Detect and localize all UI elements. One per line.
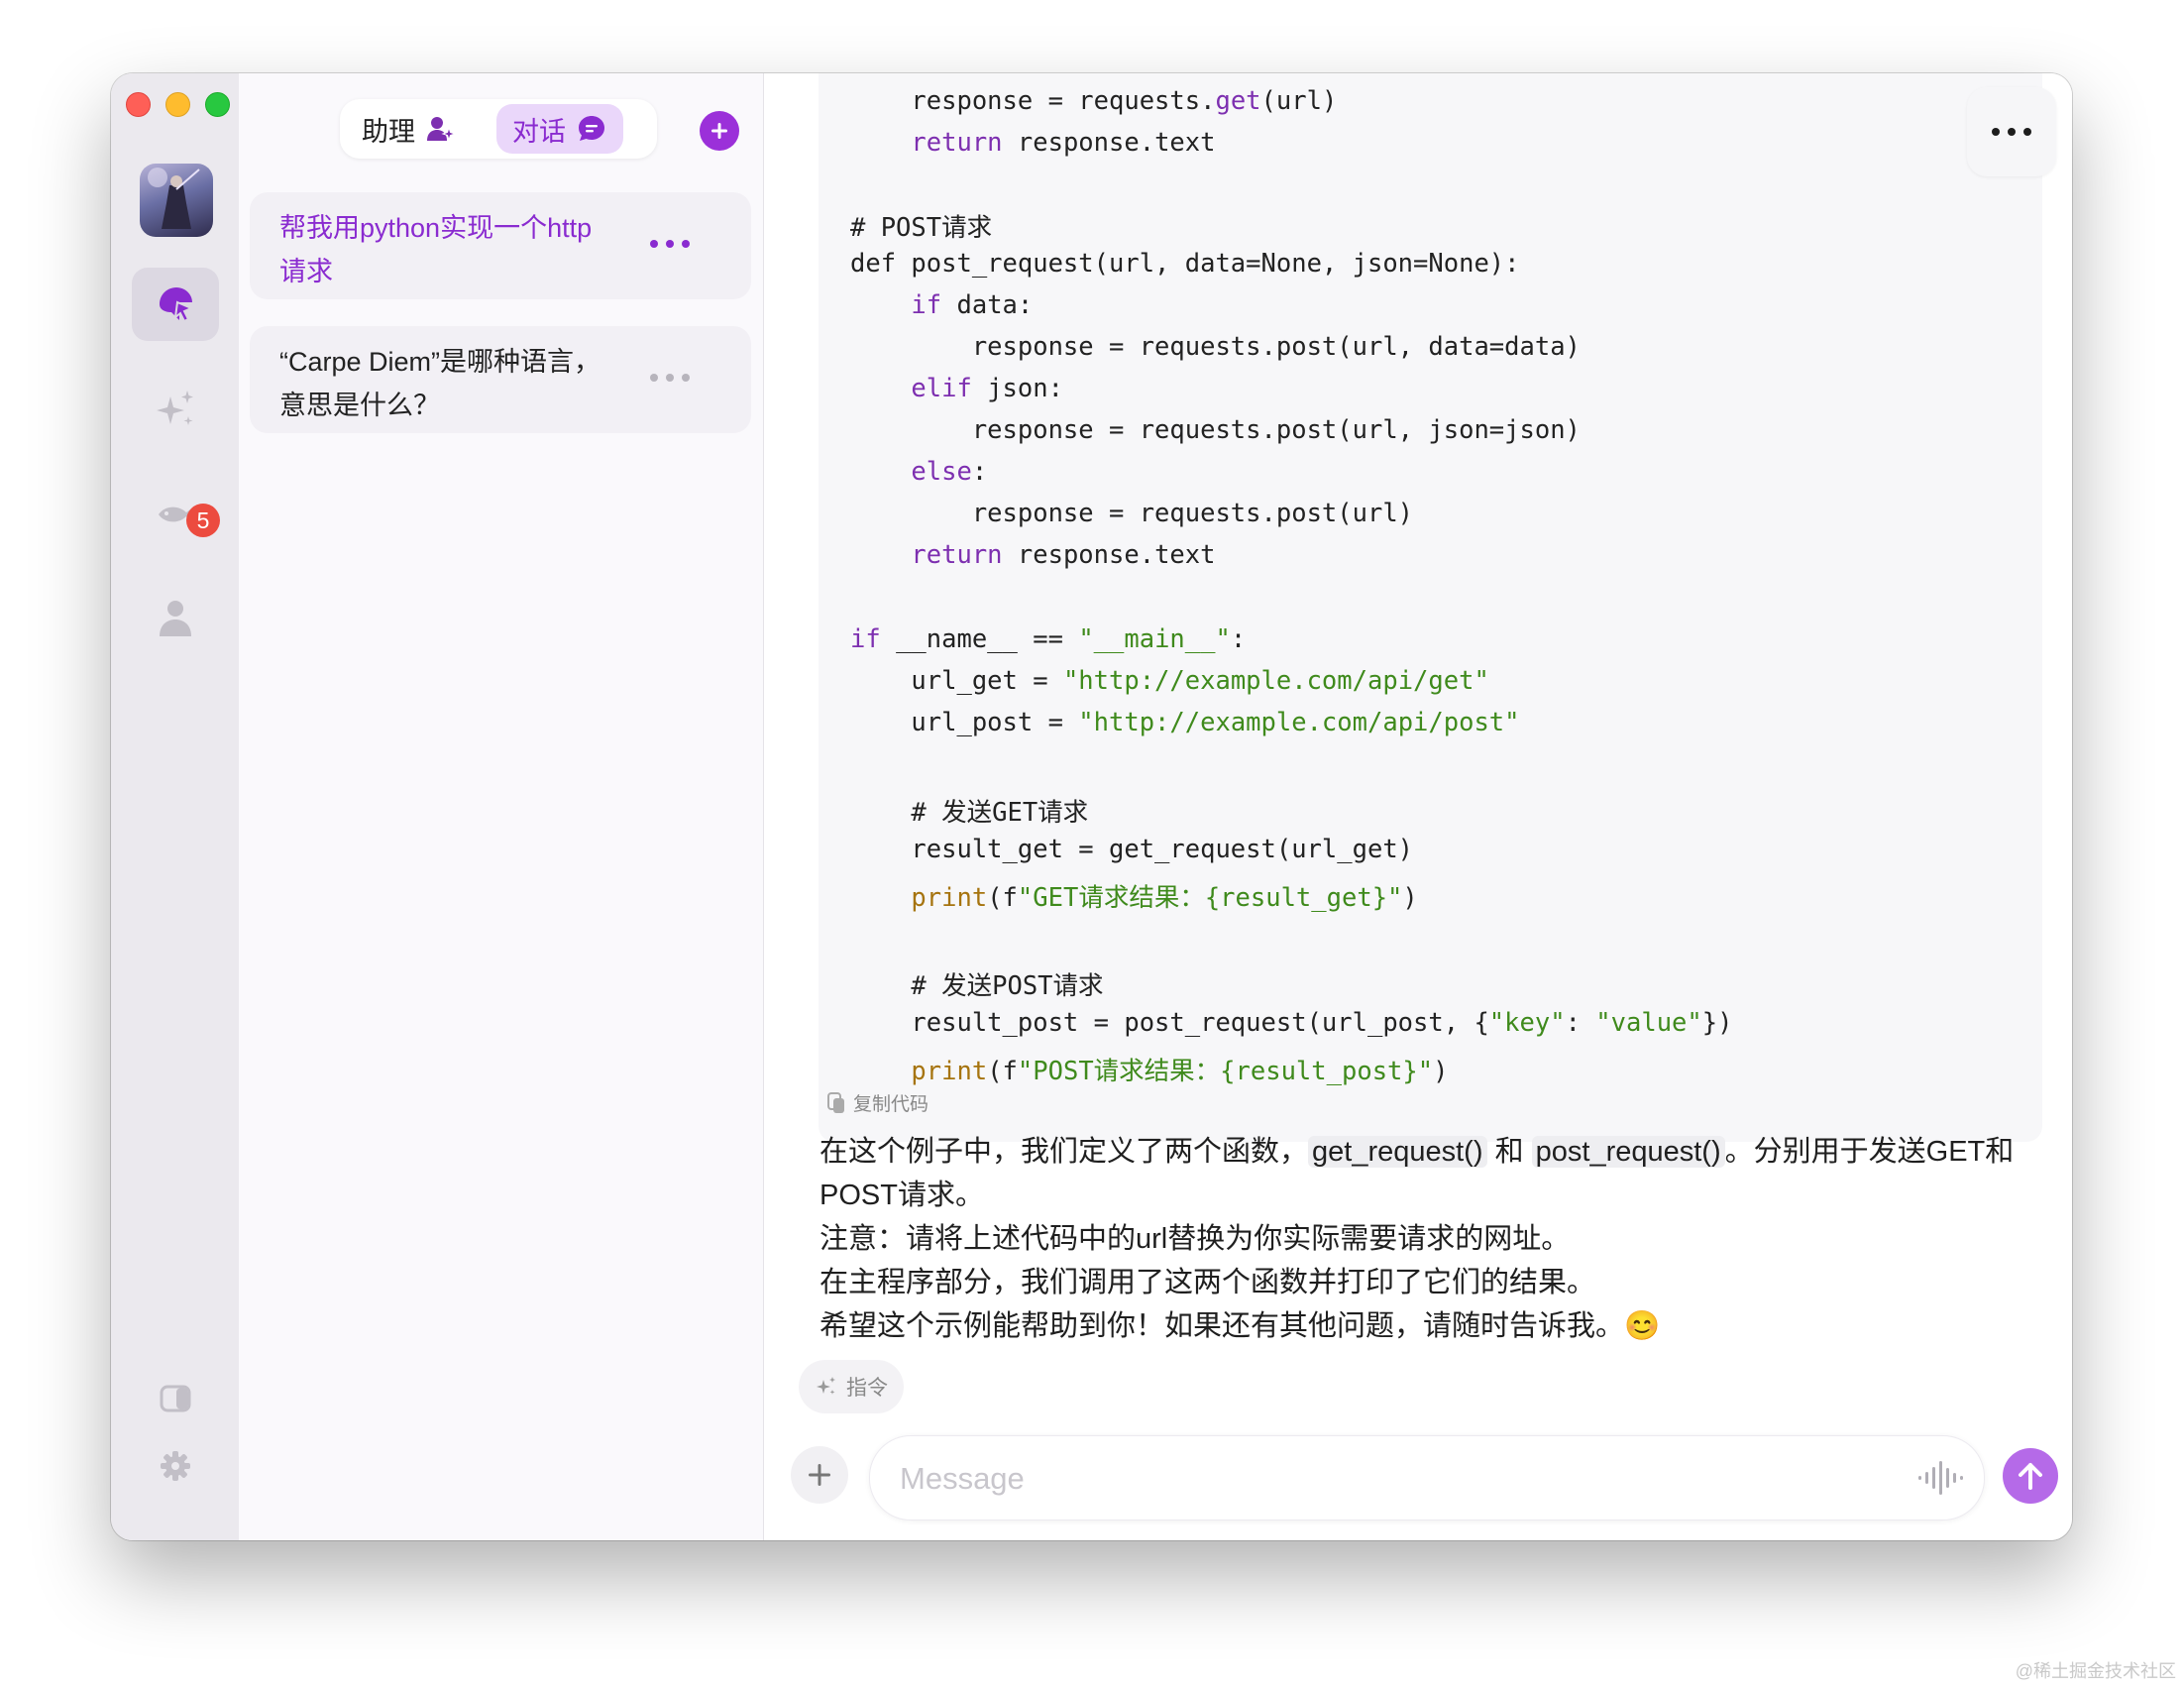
code-line: response = requests.post(url) (850, 499, 1414, 528)
discover-nav-button[interactable] (132, 373, 219, 446)
more-dot (1992, 128, 2000, 136)
code-line: elif json: (911, 374, 1063, 403)
instruction-button[interactable]: 指令 (799, 1360, 904, 1413)
code-line: response = requests.get(url) (850, 86, 1338, 116)
chat-more-button[interactable] (1967, 87, 2056, 176)
code-line: # POST请求 (850, 213, 993, 243)
tab-assistant-label: 助理 (362, 116, 415, 148)
code-line: url_get = "http://example.com/api/get" (850, 666, 1489, 696)
conversation-item[interactable]: “Carpe Diem”是哪种语言，意思是什么？ (250, 326, 751, 433)
profile-nav-button[interactable] (132, 583, 219, 656)
close-window-button[interactable] (126, 92, 151, 117)
copy-icon (827, 1091, 844, 1113)
inline-code: get_request() (1308, 1136, 1487, 1168)
user-avatar[interactable] (140, 164, 213, 237)
code-line: response = requests.post(url, data=data) (850, 332, 1581, 362)
person-icon (160, 601, 191, 636)
more-dot (2023, 128, 2031, 136)
chat-icon (579, 116, 604, 141)
arrow-up-icon (2019, 1463, 2042, 1490)
tab-chat-label: 对话 (512, 116, 566, 148)
code-line: print(f"POST请求结果：{result_post}") (911, 1057, 1449, 1086)
watermark-text: @稀土掘金技术社区 (2015, 1661, 2176, 1681)
conversation-title: “Carpe Diem”是哪种语言，意思是什么？ (279, 347, 601, 420)
code-line: # 发送GET请求 (850, 798, 1089, 828)
code-line: # 发送POST请求 (850, 971, 1104, 1001)
answer-text: 和 (1486, 1136, 1532, 1168)
chat-pane: response = requests.get(url) return resp… (764, 73, 2072, 1540)
sidebar-toggle-icon (160, 1385, 191, 1412)
answer-paragraph: 在主程序部分，我们调用了这两个函数并打印了它们的结果。 (819, 1267, 1596, 1298)
zoom-window-button[interactable] (205, 92, 230, 117)
minimize-window-button[interactable] (165, 92, 190, 117)
instruction-label: 指令 (846, 1376, 888, 1400)
more-dot (666, 240, 674, 248)
code-line: print(f"GET请求结果：{result_get}") (911, 883, 1418, 913)
code-line: if __name__ == "__main__": (850, 624, 1247, 654)
conversation-more-button[interactable] (650, 232, 690, 256)
code-line: return response.text (911, 128, 1216, 158)
code-block: response = requests.get(url) return resp… (819, 73, 2042, 1142)
sparkles-icon (157, 391, 193, 425)
code-line: if data: (911, 290, 1034, 320)
left-rail: 5 (111, 73, 240, 1540)
message-input[interactable] (898, 1452, 1873, 1506)
attach-button[interactable] (791, 1446, 848, 1504)
code-line: url_post = "http://example.com/api/post" (850, 708, 1520, 737)
copy-code-label: 复制代码 (853, 1093, 929, 1115)
plus-icon (711, 123, 727, 139)
gear-icon (161, 1451, 190, 1481)
code-line: result_post = post_request(url_post, {"k… (850, 1008, 1733, 1038)
notification-badge: 5 (186, 504, 220, 537)
settings-button[interactable] (132, 1436, 219, 1496)
code-line: result_get = get_request(url_get) (850, 835, 1414, 864)
assistant-answer: 在这个例子中，我们定义了两个函数， get_request() 和 post_re… (819, 1130, 2072, 1348)
more-dot (650, 240, 658, 248)
code-line: return response.text (911, 540, 1216, 570)
more-dot (2008, 128, 2016, 136)
more-dot (682, 374, 690, 382)
message-composer (869, 1435, 1985, 1520)
send-button[interactable] (2003, 1448, 2058, 1504)
conversation-list-pane: 助理 对话 帮我用python实现一个http请求 “Carpe Diem”是哪… (239, 73, 764, 1540)
plus-icon (809, 1464, 830, 1486)
conversation-more-button[interactable] (650, 366, 690, 390)
mode-switcher: 助理 对话 (340, 99, 657, 159)
tab-assistant[interactable]: 助理 (346, 104, 471, 154)
app-window: 5 助理 对话 帮我用python实现一个http请求 “Carpe Diem”… (111, 73, 2072, 1540)
chat-nav-button[interactable] (132, 268, 219, 341)
more-dot (682, 240, 690, 248)
code-line: response = requests.post(url, json=json) (850, 415, 1581, 445)
new-conversation-button[interactable] (700, 111, 739, 151)
code-line: else: (911, 457, 988, 487)
answer-paragraph: 注意：请将上述代码中的url替换为你实际需要请求的网址。 (819, 1223, 1571, 1255)
answer-paragraph: 希望这个示例能帮助到你！如果还有其他问题，请随时告诉我。😊 (819, 1310, 1661, 1342)
more-dot (666, 374, 674, 382)
answer-paragraph: 在这个例子中，我们定义了两个函数， get_request() 和 post_re… (819, 1130, 2072, 1217)
voice-waveform-icon[interactable] (1916, 1458, 1964, 1498)
conversation-title: 帮我用python实现一个http请求 (279, 213, 593, 286)
chat-bubble-icon (160, 287, 194, 323)
tab-chat[interactable]: 对话 (496, 104, 623, 154)
more-dot (650, 374, 658, 382)
conversation-item[interactable]: 帮我用python实现一个http请求 (250, 192, 751, 299)
answer-text: 在这个例子中，我们定义了两个函数， (819, 1136, 1309, 1168)
assistant-icon (427, 117, 455, 142)
toggle-sidebar-button[interactable] (132, 1369, 219, 1428)
code-line: def post_request(url, data=None, json=No… (850, 249, 1520, 279)
sparkles-icon (817, 1377, 835, 1395)
copy-code-button[interactable]: 复制代码 (825, 1089, 928, 1116)
inline-code: post_request() (1531, 1136, 1725, 1168)
